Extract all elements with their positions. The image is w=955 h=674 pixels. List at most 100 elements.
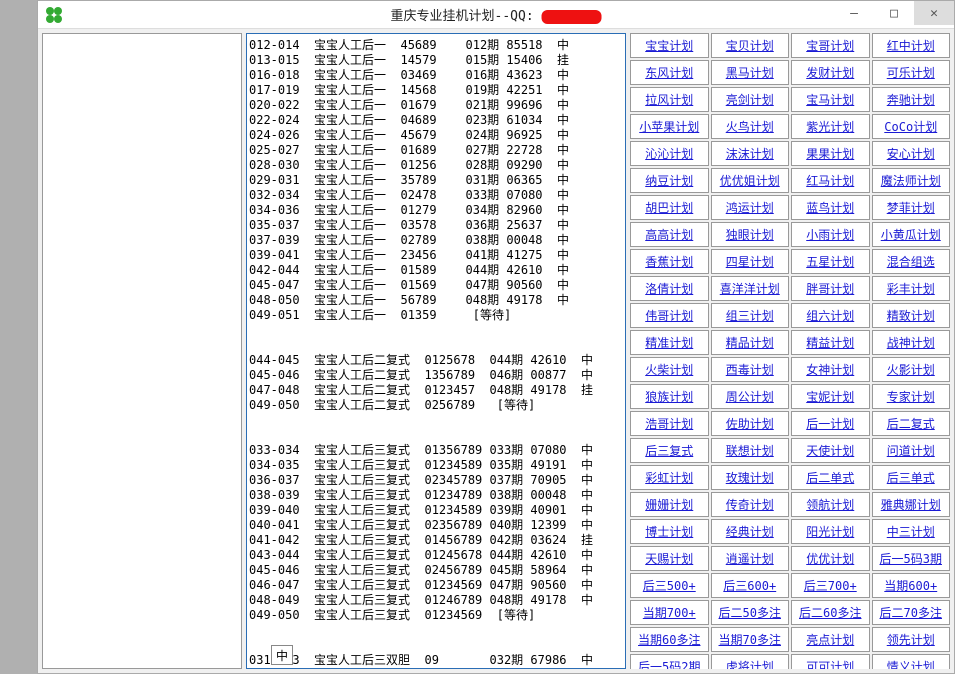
plan-link[interactable]: 经典计划 [726, 523, 774, 540]
plan-link[interactable]: 后三单式 [887, 469, 935, 486]
plan-link[interactable]: 后三600+ [723, 577, 776, 594]
plan-link[interactable]: 喜洋洋计划 [720, 280, 780, 297]
plan-link[interactable]: 后三700+ [804, 577, 857, 594]
plan-link[interactable]: 亮剑计划 [726, 91, 774, 108]
plan-link[interactable]: 联想计划 [726, 442, 774, 459]
plan-link[interactable]: 领先计划 [887, 631, 935, 648]
plan-link[interactable]: 宝贝计划 [726, 37, 774, 54]
plan-link[interactable]: 后二单式 [806, 469, 854, 486]
plan-link[interactable]: 后一5码3期 [880, 550, 942, 567]
plan-link[interactable]: 优优姐计划 [720, 172, 780, 189]
plan-link[interactable]: 当期600+ [884, 577, 937, 594]
plan-link[interactable]: 沫沫计划 [726, 145, 774, 162]
plan-link[interactable]: 专家计划 [887, 388, 935, 405]
log-textarea[interactable]: 012-014 宝宝人工后一 45689 012期 85518 中 013-01… [247, 34, 625, 668]
plan-link[interactable]: 当期700+ [643, 604, 696, 621]
plan-link[interactable]: 问道计划 [887, 442, 935, 459]
plan-link[interactable]: 小黄瓜计划 [881, 226, 941, 243]
plan-link[interactable]: 当期70多注 [719, 631, 781, 648]
plan-link[interactable]: 精益计划 [806, 334, 854, 351]
plan-link[interactable]: 狼族计划 [645, 388, 693, 405]
plan-link[interactable]: 洛倩计划 [645, 280, 693, 297]
plan-link[interactable]: 战神计划 [887, 334, 935, 351]
plan-link[interactable]: 纳豆计划 [645, 172, 693, 189]
plan-link[interactable]: 组六计划 [806, 307, 854, 324]
plan-link[interactable]: 梦菲计划 [887, 199, 935, 216]
plan-link[interactable]: 果果计划 [806, 145, 854, 162]
plan-link[interactable]: 后一计划 [806, 415, 854, 432]
plan-link[interactable]: 后二70多注 [880, 604, 942, 621]
plan-link[interactable]: 蓝鸟计划 [806, 199, 854, 216]
plan-link[interactable]: 虎将计划 [726, 658, 774, 669]
plan-link[interactable]: 五星计划 [806, 253, 854, 270]
plan-link[interactable]: 火柴计划 [645, 361, 693, 378]
plan-link[interactable]: 高高计划 [645, 226, 693, 243]
plan-link[interactable]: 宝哥计划 [806, 37, 854, 54]
plan-link[interactable]: 鸿运计划 [726, 199, 774, 216]
plan-link[interactable]: 精准计划 [645, 334, 693, 351]
plan-link[interactable]: 传奇计划 [726, 496, 774, 513]
plan-link[interactable]: 火鸟计划 [726, 118, 774, 135]
plan-link[interactable]: 天赐计划 [645, 550, 693, 567]
plan-link[interactable]: CoCo计划 [884, 118, 937, 135]
plan-link[interactable]: 胖哥计划 [806, 280, 854, 297]
plan-link[interactable]: 黑马计划 [726, 64, 774, 81]
plan-link[interactable]: 玫瑰计划 [726, 469, 774, 486]
plan-link[interactable]: 伟哥计划 [645, 307, 693, 324]
plan-link[interactable]: 优优计划 [806, 550, 854, 567]
plan-link[interactable]: 精致计划 [887, 307, 935, 324]
plan-link[interactable]: 天使计划 [806, 442, 854, 459]
plan-link[interactable]: 女神计划 [806, 361, 854, 378]
plan-link[interactable]: 当期60多注 [638, 631, 700, 648]
plan-link[interactable]: 逍遥计划 [726, 550, 774, 567]
plan-link[interactable]: 安心计划 [887, 145, 935, 162]
plan-link[interactable]: 沁沁计划 [645, 145, 693, 162]
plan-link[interactable]: 可乐计划 [887, 64, 935, 81]
plan-link[interactable]: 后二复式 [887, 415, 935, 432]
plan-link[interactable]: 后二60多注 [799, 604, 861, 621]
plan-link[interactable]: 可可计划 [806, 658, 854, 669]
plan-link[interactable]: 紫光计划 [806, 118, 854, 135]
plan-link[interactable]: 四星计划 [726, 253, 774, 270]
plan-link[interactable]: 周公计划 [726, 388, 774, 405]
plan-link[interactable]: 情义计划 [887, 658, 935, 669]
plan-link[interactable]: 宝妮计划 [806, 388, 854, 405]
plan-link[interactable]: 阳光计划 [806, 523, 854, 540]
plan-link[interactable]: 发财计划 [806, 64, 854, 81]
plan-link[interactable]: 火影计划 [887, 361, 935, 378]
plan-link[interactable]: 精品计划 [726, 334, 774, 351]
plan-link[interactable]: 香蕉计划 [645, 253, 693, 270]
plan-link[interactable]: 中三计划 [887, 523, 935, 540]
plan-link[interactable]: 博士计划 [645, 523, 693, 540]
plan-link[interactable]: 红中计划 [887, 37, 935, 54]
plan-link[interactable]: 西毒计划 [726, 361, 774, 378]
plan-link[interactable]: 东风计划 [645, 64, 693, 81]
plan-link[interactable]: 混合组选 [887, 253, 935, 270]
plan-link[interactable]: 宝马计划 [806, 91, 854, 108]
plan-link[interactable]: 后三复式 [645, 442, 693, 459]
plan-link[interactable]: 亮点计划 [806, 631, 854, 648]
plan-link[interactable]: 拉风计划 [645, 91, 693, 108]
plan-link[interactable]: 红马计划 [806, 172, 854, 189]
plan-link[interactable]: 奔驰计划 [887, 91, 935, 108]
plan-link[interactable]: 魔法师计划 [881, 172, 941, 189]
plan-link[interactable]: 宝宝计划 [645, 37, 693, 54]
plan-link[interactable]: 彩虹计划 [645, 469, 693, 486]
plan-link[interactable]: 雅典娜计划 [881, 496, 941, 513]
plan-link[interactable]: 后二50多注 [719, 604, 781, 621]
plan-link[interactable]: 组三计划 [726, 307, 774, 324]
titlebar[interactable]: 重庆专业挂机计划--QQ: — □ ✕ [38, 1, 954, 29]
plan-link[interactable]: 后三500+ [643, 577, 696, 594]
maximize-button[interactable]: □ [874, 1, 914, 25]
minimize-button[interactable]: — [834, 1, 874, 25]
plan-link[interactable]: 彩丰计划 [887, 280, 935, 297]
plan-link[interactable]: 佐助计划 [726, 415, 774, 432]
plan-link[interactable]: 领航计划 [806, 496, 854, 513]
plan-link[interactable]: 后一5码2期 [638, 658, 700, 669]
plan-link[interactable]: 独眼计划 [726, 226, 774, 243]
plan-link[interactable]: 胡巴计划 [645, 199, 693, 216]
plan-link[interactable]: 小雨计划 [806, 226, 854, 243]
plan-link[interactable]: 姗姗计划 [645, 496, 693, 513]
close-button[interactable]: ✕ [914, 1, 954, 25]
plan-link[interactable]: 小苹果计划 [639, 118, 699, 135]
